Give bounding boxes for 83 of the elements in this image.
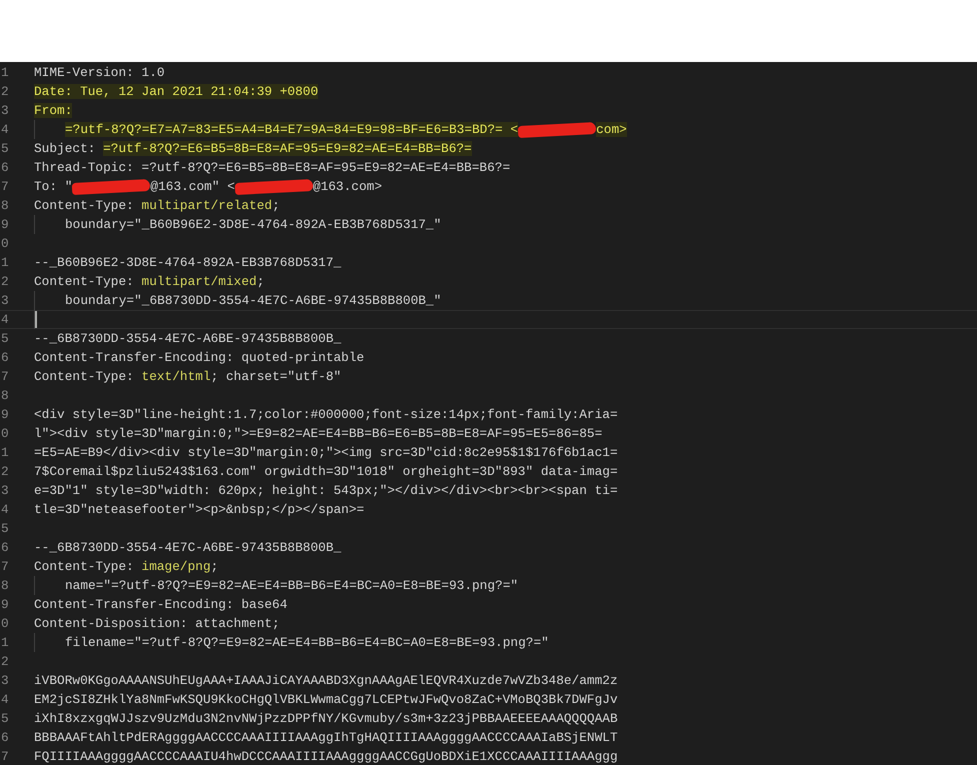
code-text: Content-Transfer-Encoding: quoted-printable [34, 350, 364, 365]
line-number: 4 [0, 502, 10, 517]
line-number: 0 [0, 616, 10, 631]
code-text: FQIIIIAAAggggAACCCCAAAIU4hwDCCCAAAIIIIAAAggggAACCGgUoBDXiE1XCCCAAAIIIIAAAggg [34, 749, 618, 764]
code-text: iVBORw0KGgoAAAANSUhEUgAAA+IAAAJiCAYAAABD3XgnAAAgAElEQVR4Xuzde7wVZb348e/amm2z [34, 673, 618, 688]
code-text: Content-Type: [34, 369, 135, 384]
code-text: ; [210, 559, 218, 574]
line-number: 4 [0, 122, 10, 137]
code-text: multipart/mixed [142, 274, 257, 289]
code-editor[interactable] [0, 62, 977, 765]
code-text: l"><div style=3D"margin:0;">=E9=82=AE=E4=BB=B6=E6=B5=8B=E8=AF=95=E5=86=85= [34, 426, 602, 441]
code-text: BBBAAAFtAhltPdERAggggAACCCCAAAIIIIAAAggIhTgHAQIIIIAAAggggAACCCCAAAIaBSjENWLT [34, 730, 618, 745]
code-text: <div style=3D"line-height:1.7;color:#000000;font-size:14px;font-family:Aria= [34, 407, 618, 422]
line-number: 1 [0, 65, 10, 80]
code-text: Content-Disposition: attachment; [34, 616, 280, 631]
line-number: 7 [0, 559, 10, 574]
line-number: 8 [0, 578, 10, 593]
code-text: ; [256, 274, 264, 289]
line-number: 1 [0, 635, 10, 650]
line-number: 8 [0, 198, 10, 213]
line-number: 9 [0, 217, 10, 232]
code-text: image/png [142, 559, 211, 574]
code-text: To: " [34, 179, 72, 194]
code-text: =?utf-8?Q?=E7=A7=83=E5=A4=B4=E7=9A=84=E9=98=BF=E6=B3=BD?= < [65, 122, 518, 137]
code-text: boundary="_B60B96E2-3D8E-4764-892A-EB3B768D5317_" [65, 217, 442, 232]
line-number: 6 [0, 350, 10, 365]
code-text: --_6B8730DD-3554-4E7C-A6BE-97435B8B800B_ [34, 540, 342, 555]
line-number: 2 [0, 84, 10, 99]
code-text: =E5=AE=B9</div><div style=3D"margin:0;"><img src=3D"cid:8c2e95$1$176f6b1ac1= [34, 445, 618, 460]
code-text: iXhI8xzxgqWJJszv9UzMdu3N2nvNWjPzzDPPfNY/KGvmuby/s3m+3z23jPBBAAEEEEAAAQQQQAAB [34, 711, 618, 726]
line-number: 0 [0, 236, 10, 251]
code-text: EM2jcSI8ZHklYa8NmFwKSQU9KkoCHgQlVBKLWwmaCgg7LCEPtwJFwQvo8ZaC+VMoBQ3Bk7DWFgJv [34, 692, 618, 707]
code-text: =?utf-8?Q?=E6=B5=8B=E8=AF=95=E9=82=AE=E4=BB=B6?= [103, 141, 472, 156]
line-number: 3 [0, 483, 10, 498]
code-text: Content-Transfer-Encoding: base64 [34, 597, 288, 612]
code-text: multipart/related [142, 198, 272, 213]
line-number: 7 [0, 179, 10, 194]
code-text: From: [34, 103, 72, 118]
line-number: 8 [0, 388, 10, 403]
code-text: Content-Type: [34, 274, 135, 289]
line-number: 1 [0, 445, 10, 460]
line-number: 2 [0, 274, 10, 289]
line-number: 6 [0, 540, 10, 555]
line-number: 0 [0, 426, 10, 441]
code-text: tle=3D"neteasefooter"><p>&nbsp;</p></span>= [34, 502, 364, 517]
line-number: 2 [0, 654, 10, 669]
line-number: 7 [0, 749, 10, 764]
line-number: 5 [0, 521, 10, 536]
code-text: --_6B8730DD-3554-4E7C-A6BE-97435B8B800B_ [34, 331, 342, 346]
line-number: 4 [0, 312, 10, 327]
line-number: 3 [0, 293, 10, 308]
code-text: MIME-Version: 1.0 [34, 65, 165, 80]
code-text: ; charset="utf-8" [210, 369, 342, 384]
code-text: name="=?utf-8?Q?=E9=82=AE=E4=BB=B6=E4=BC=A0=E8=BE=93.png?=" [65, 578, 518, 593]
line-number: 7 [0, 369, 10, 384]
line-number: 4 [0, 692, 10, 707]
code-text: boundary="_6B8730DD-3554-4E7C-A6BE-97435B8B800B_" [65, 293, 442, 308]
line-number: 5 [0, 711, 10, 726]
line-number: 5 [0, 331, 10, 346]
code-text: filename="=?utf-8?Q?=E9=82=AE=E4=BB=B6=E4=BC=A0=E8=BE=93.png?=" [65, 635, 549, 650]
code-text: 7$Coremail$pzliu5243$163.com" orgwidth=3D"1018" orgheight=3D"893" data-imag= [34, 464, 618, 479]
line-number: 3 [0, 103, 10, 118]
code-text: com> [596, 122, 627, 137]
code-text: --_B60B96E2-3D8E-4764-892A-EB3B768D5317_ [34, 255, 342, 270]
line-number: 9 [0, 597, 10, 612]
code-text: @163.com> [312, 179, 382, 194]
code-text: Subject: [34, 141, 96, 156]
line-number: 1 [0, 255, 10, 270]
line-number: 5 [0, 141, 10, 156]
line-number: 6 [0, 730, 10, 745]
line-number: 6 [0, 160, 10, 175]
code-text: Thread-Topic: =?utf-8?Q?=E6=B5=8B=E8=AF=95=E9=82=AE=E4=BB=B6?= [34, 160, 510, 175]
code-text: ; [272, 198, 280, 213]
line-number: 9 [0, 407, 10, 422]
code-text: e=3D"1" style=3D"width: 620px; height: 543px;"></div></div><br><br><span ti= [34, 483, 618, 498]
code-text: text/html [142, 369, 211, 384]
line-number: 3 [0, 673, 10, 688]
code-text: Content-Type: [34, 198, 135, 213]
code-text: Date: Tue, 12 Jan 2021 21:04:39 +0800 [34, 84, 318, 99]
code-text: @163.com" < [150, 179, 235, 194]
line-number: 2 [0, 464, 10, 479]
code-text: Content-Type: [34, 559, 135, 574]
text-cursor [35, 311, 37, 328]
